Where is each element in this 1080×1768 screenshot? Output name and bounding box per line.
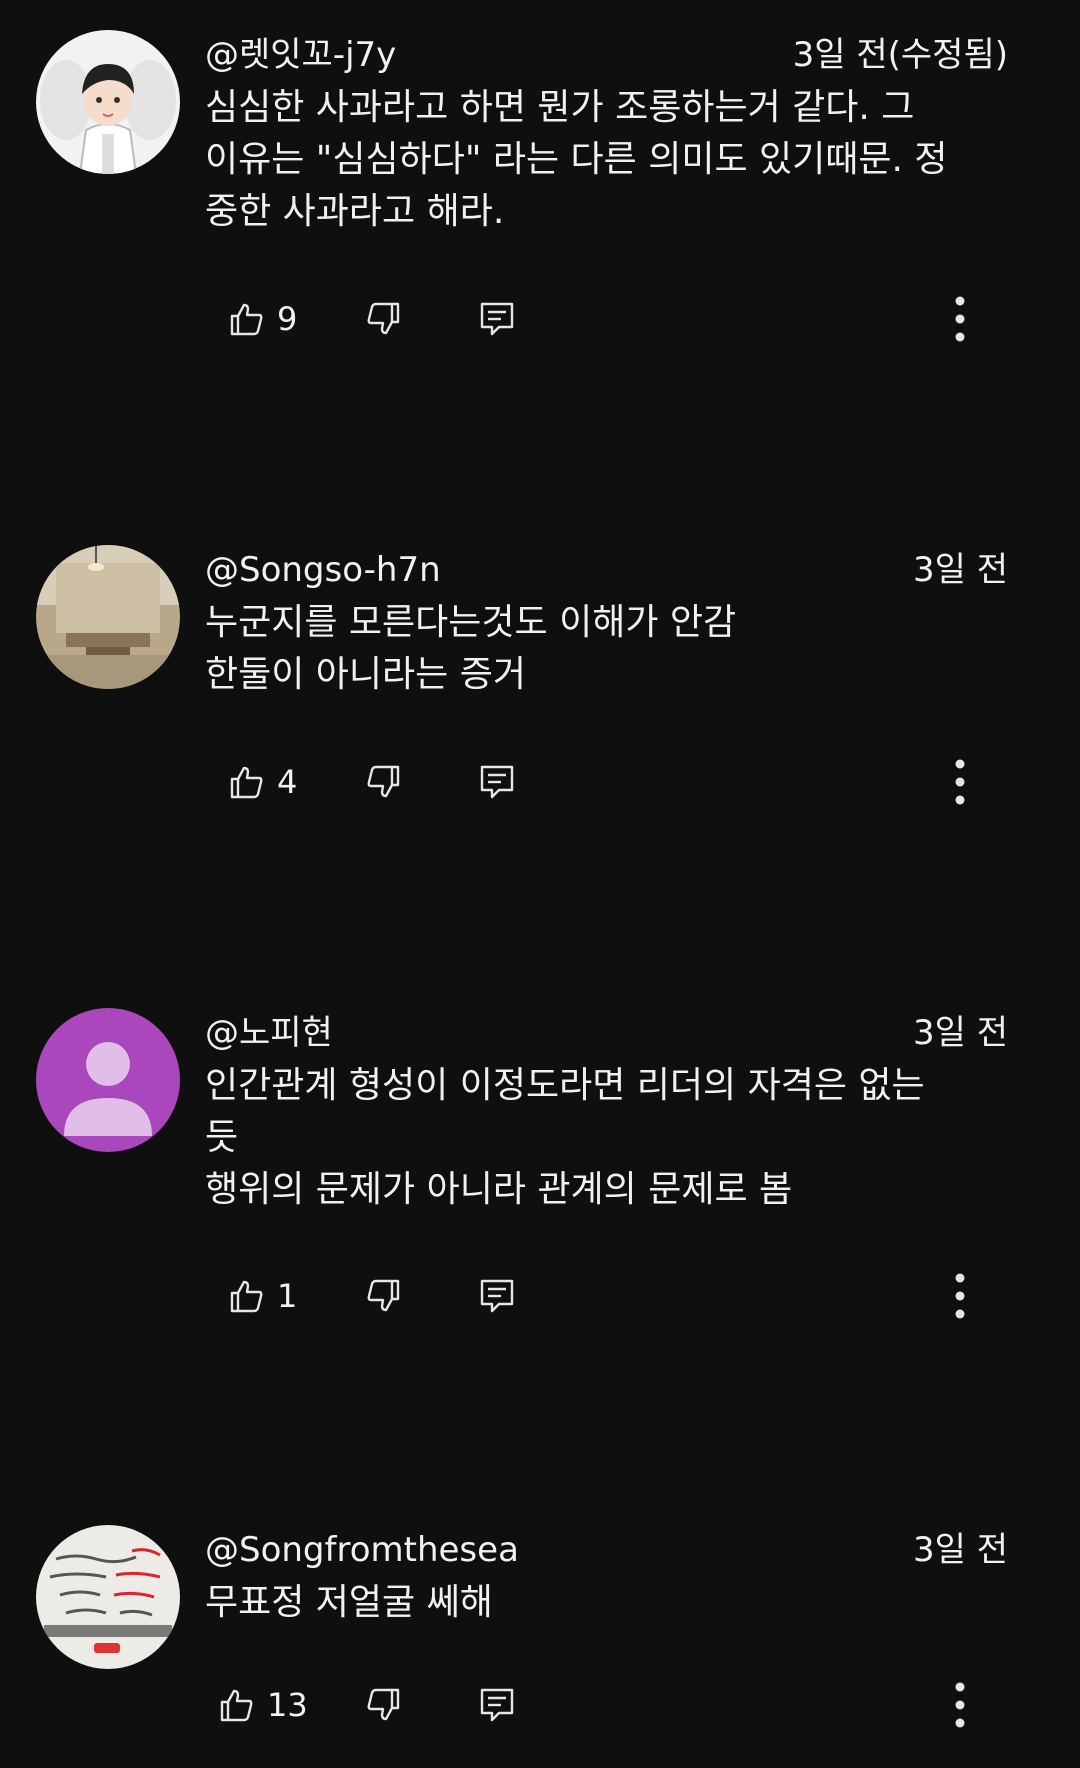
thumbs-down-icon (367, 302, 400, 335)
comment-meta: @렛잇꼬-j7y 3일 전(수정됨) (205, 30, 1008, 80)
avatar[interactable] (36, 545, 180, 689)
comment-author[interactable]: @렛잇꼬-j7y (205, 30, 396, 80)
dislike-button[interactable] (365, 289, 401, 349)
more-options-button[interactable] (940, 1675, 980, 1735)
comment-text-line: 행위의 문제가 아니라 관계의 문제로 봄 (205, 1169, 793, 1210)
more-options-button[interactable] (940, 289, 980, 349)
comment-reply-icon (480, 1279, 514, 1313)
thumbs-up-icon (230, 1280, 263, 1313)
like-count: 9 (277, 300, 298, 338)
dislike-button[interactable] (365, 1675, 401, 1735)
reply-button[interactable] (479, 1266, 515, 1326)
comment-text-line: 심심한 사과라고 하면 뭔가 조롱하는거 같다. 그 (205, 87, 915, 128)
comment-text: 심심한 사과라고 하면 뭔가 조롱하는거 같다. 그 이유는 "심심하다" 라는… (205, 82, 1025, 238)
avatar[interactable] (36, 30, 180, 174)
room-photo-avatar-icon (36, 545, 180, 689)
comment-text-line: 한둘이 아니라는 증거 (205, 654, 526, 695)
dislike-button[interactable] (365, 752, 401, 812)
like-button[interactable]: 13 (219, 1675, 308, 1735)
comment-timestamp[interactable]: 3일 전 (913, 545, 1008, 595)
like-button[interactable]: 1 (229, 1266, 297, 1326)
like-button[interactable]: 9 (229, 289, 297, 349)
comment-actions: 9 (205, 289, 1080, 349)
like-count: 13 (267, 1686, 308, 1724)
dislike-button[interactable] (365, 1266, 401, 1326)
comment-author[interactable]: @Songso-h7n (205, 545, 441, 595)
thumbs-up-icon (230, 303, 263, 336)
reply-button[interactable] (479, 752, 515, 812)
comment-meta: @Songso-h7n 3일 전 (205, 545, 1008, 595)
comment-text: 인간관계 형성이 이정도라면 리더의 자격은 없는 듯 행위의 문제가 아니라 … (205, 1060, 1025, 1216)
comment-reply-icon (480, 302, 514, 336)
comment-meta: @노피현 3일 전 (205, 1008, 1008, 1058)
comment-author[interactable]: @노피현 (205, 1008, 333, 1058)
comment-text-line: 인간관계 형성이 이정도라면 리더의 자격은 없는 (205, 1065, 925, 1106)
comment-text-line: 무표정 저얼굴 쎄해 (205, 1582, 493, 1623)
comment-text: 누군지를 모른다는것도 이해가 안감 한둘이 아니라는 증거 (205, 597, 1025, 701)
avatar[interactable] (36, 1008, 180, 1152)
like-count: 4 (277, 763, 298, 801)
thumbs-up-icon (220, 1689, 253, 1722)
reply-button[interactable] (479, 289, 515, 349)
comment-timestamp[interactable]: 3일 전 (913, 1008, 1008, 1058)
comment-timestamp[interactable]: 3일 전 (913, 1525, 1008, 1575)
comment-actions: 13 (205, 1675, 1080, 1735)
more-vertical-icon (955, 296, 965, 342)
comment-reply-icon (480, 765, 514, 799)
more-vertical-icon (955, 1682, 965, 1728)
more-options-button[interactable] (940, 1266, 980, 1326)
default-person-avatar-icon (36, 1008, 180, 1152)
like-button[interactable]: 4 (229, 752, 297, 812)
comment-text-line: 이유는 "심심하다" 라는 다른 의미도 있기때문. 정 (205, 139, 948, 180)
comment-actions: 4 (205, 752, 1080, 812)
like-count: 1 (277, 1277, 298, 1315)
reply-button[interactable] (479, 1675, 515, 1735)
more-vertical-icon (955, 759, 965, 805)
thumbs-up-icon (230, 766, 263, 799)
comment-meta: @Songfromthesea 3일 전 (205, 1525, 1008, 1575)
comment-timestamp[interactable]: 3일 전(수정됨) (793, 30, 1008, 80)
more-vertical-icon (955, 1273, 965, 1319)
comment-text-line: 누군지를 모른다는것도 이해가 안감 (205, 602, 737, 643)
more-options-button[interactable] (940, 752, 980, 812)
cartoon-avatar-icon (36, 30, 180, 174)
comment-text-line: 듯 (205, 1117, 239, 1158)
comment-author[interactable]: @Songfromthesea (205, 1525, 519, 1575)
comment-reply-icon (480, 1688, 514, 1722)
comment-actions: 1 (205, 1266, 1080, 1326)
comment-text: 무표정 저얼굴 쎄해 (205, 1577, 1025, 1629)
avatar[interactable] (36, 1525, 180, 1669)
thumbs-down-icon (367, 1279, 400, 1312)
thumbs-down-icon (367, 1688, 400, 1721)
comment-text-line: 중한 사과라고 해라. (205, 191, 505, 232)
handwritten-note-avatar-icon (36, 1525, 180, 1669)
thumbs-down-icon (367, 765, 400, 798)
